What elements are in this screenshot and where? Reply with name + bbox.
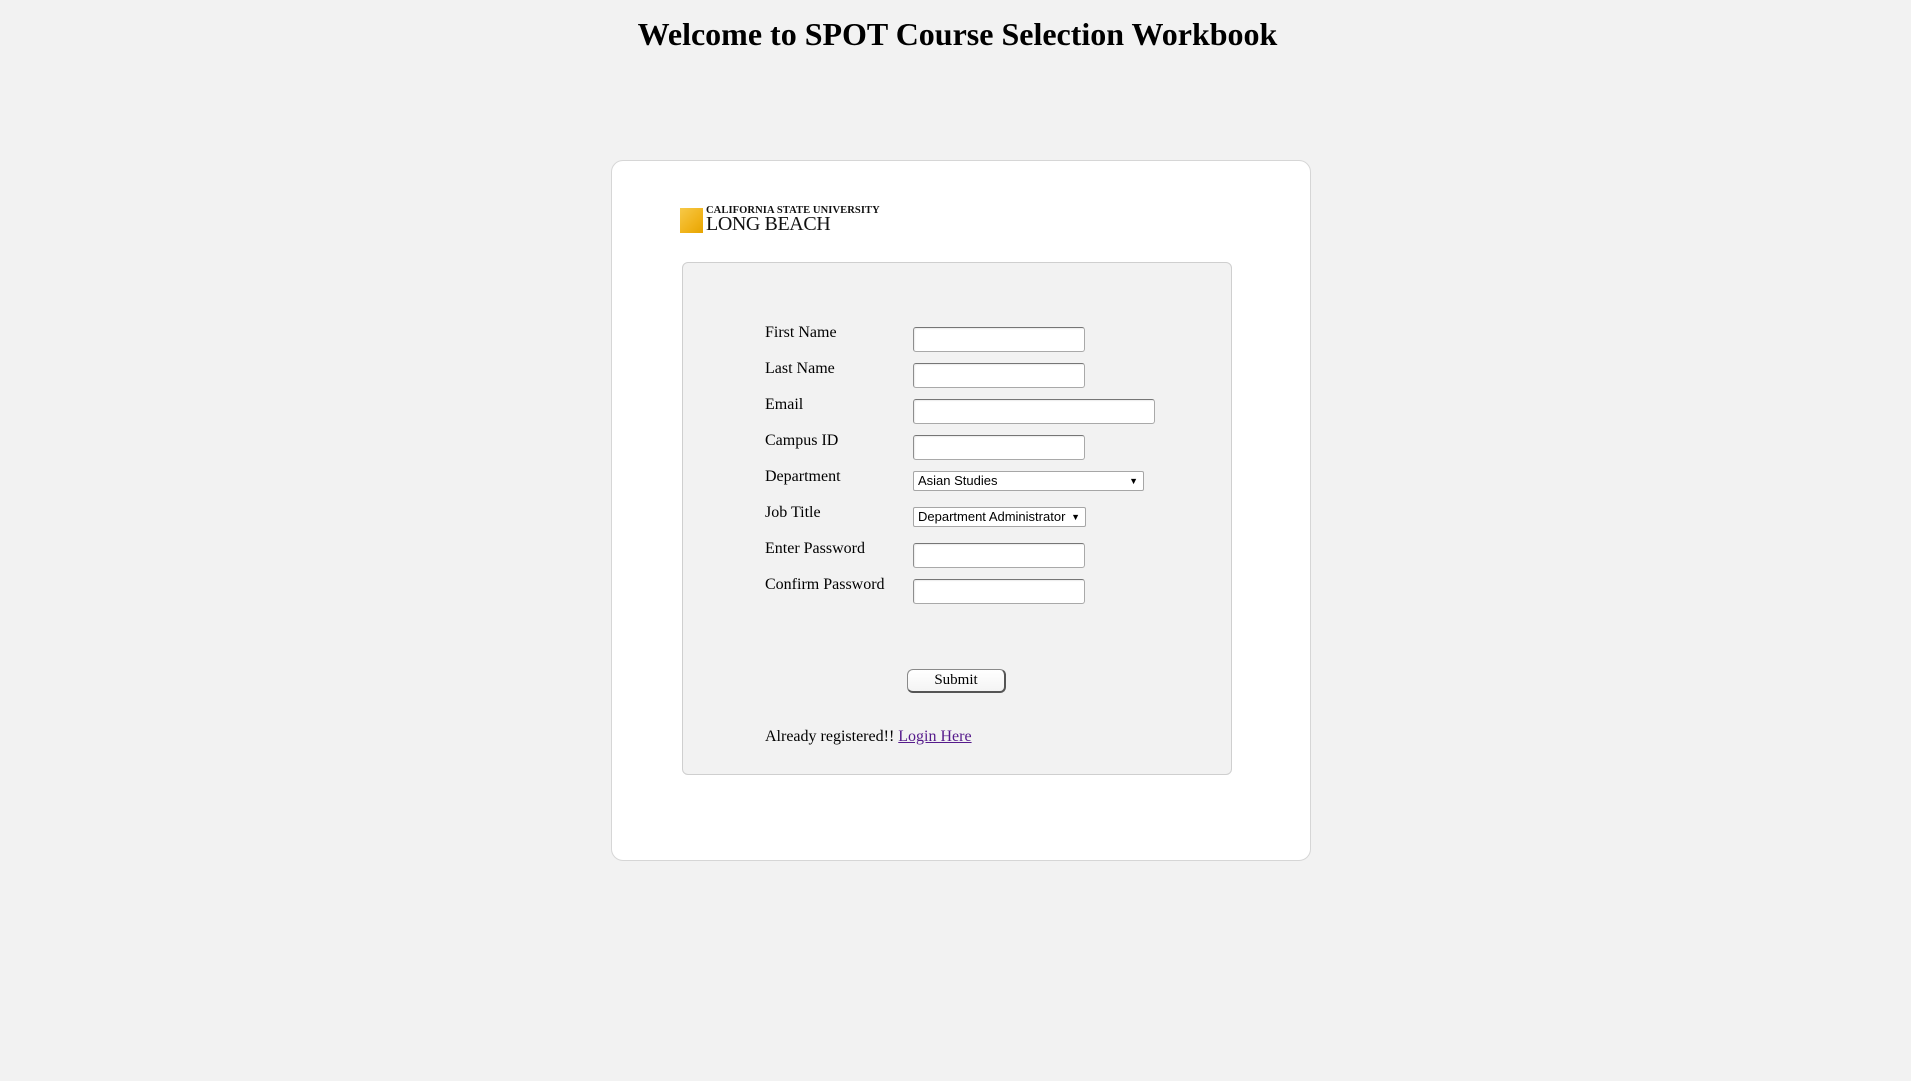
registration-card: CALIFORNIA STATE UNIVERSITY LONG BEACH F… bbox=[611, 160, 1311, 861]
logo-text-campus: LONG BEACH bbox=[706, 213, 831, 235]
chevron-down-icon: ▼ bbox=[1129, 476, 1138, 486]
department-selected-value: Asian Studies bbox=[918, 473, 998, 488]
logo-mark bbox=[680, 208, 703, 233]
enter-password-label: Enter Password bbox=[765, 540, 865, 557]
registration-form: First Name Last Name Email Campus ID Dep… bbox=[682, 262, 1232, 775]
already-registered-row: Already registered!! Login Here bbox=[765, 728, 972, 746]
confirm-password-input[interactable] bbox=[913, 579, 1085, 604]
submit-button[interactable]: Submit bbox=[907, 669, 1006, 693]
password-input[interactable] bbox=[913, 543, 1085, 568]
already-registered-text: Already registered!! bbox=[765, 728, 895, 745]
confirm-password-label: Confirm Password bbox=[765, 576, 885, 593]
first-name-input[interactable] bbox=[913, 327, 1085, 352]
campus-id-label: Campus ID bbox=[765, 432, 839, 449]
email-label: Email bbox=[765, 396, 804, 413]
login-here-link[interactable]: Login Here bbox=[898, 728, 971, 745]
csulb-logo: CALIFORNIA STATE UNIVERSITY LONG BEACH bbox=[680, 205, 880, 235]
job-title-label: Job Title bbox=[765, 504, 821, 521]
department-select[interactable]: Asian Studies ▼ bbox=[913, 471, 1144, 491]
job-title-select[interactable]: Department Administrator ▼ bbox=[913, 507, 1086, 527]
page-title: Welcome to SPOT Course Selection Workboo… bbox=[637, 16, 1278, 52]
email-input[interactable] bbox=[913, 399, 1155, 424]
chevron-down-icon: ▼ bbox=[1071, 512, 1080, 522]
last-name-label: Last Name bbox=[765, 360, 835, 377]
last-name-input[interactable] bbox=[913, 363, 1085, 388]
department-label: Department bbox=[765, 468, 841, 485]
job-title-selected-value: Department Administrator bbox=[918, 509, 1066, 524]
first-name-label: First Name bbox=[765, 324, 837, 341]
campus-id-input[interactable] bbox=[913, 435, 1085, 460]
